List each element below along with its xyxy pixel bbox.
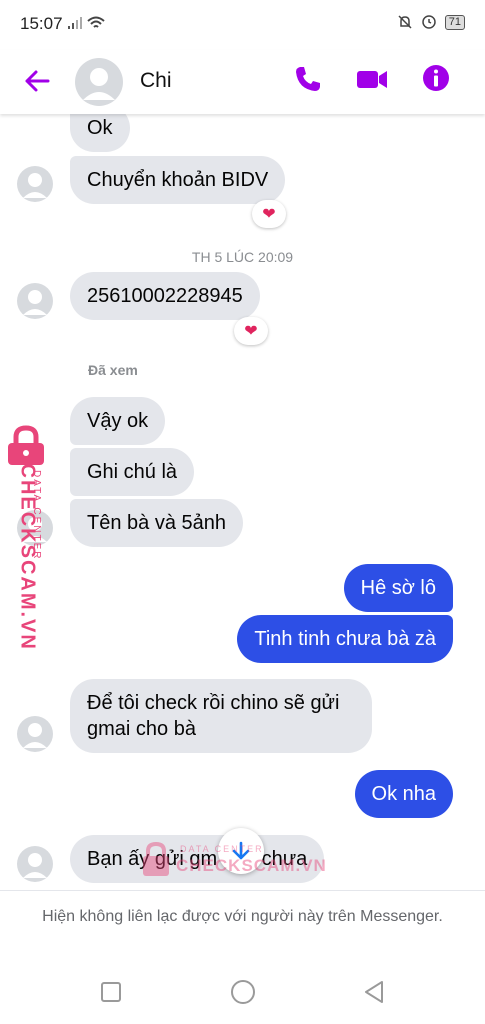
message-incoming[interactable]: Vậy ok [70,397,166,445]
notice-text: Hiện không liên lạc được với người này t… [42,908,443,925]
chat-header: Chi [0,50,485,114]
lock-logo-icon [8,425,44,465]
contact-avatar[interactable] [75,58,123,106]
watermark-tag: DATA CENTER [31,470,42,561]
unavailable-notice: Hiện không liên lạc được với người này t… [0,890,485,963]
watermark-center: DATA CENTER CHECKSCAM.VN [142,842,326,882]
sender-avatar [17,846,53,882]
system-nav-bar [0,962,485,1024]
heart-reaction-icon[interactable]: ❤ [252,200,286,228]
back-triangle-icon[interactable] [362,980,386,1004]
message-incoming[interactable]: Chuyển khoản BIDV [70,156,286,204]
message-incoming[interactable]: Ok [70,114,130,152]
message-list[interactable]: Ok Chuyển khoản BIDV ❤ TH 5 LÚC 20:09 25… [0,114,485,890]
status-bar: 15:07 71 [0,0,485,50]
signal-wifi-icon [68,16,105,29]
contact-name[interactable]: Chi [140,69,172,93]
sender-avatar [17,716,53,752]
battery-level: 71 [444,14,465,30]
message-incoming[interactable]: Ghi chú là [70,448,195,496]
message-outgoing[interactable]: Ok nha [354,770,453,818]
timestamp: TH 5 LÚC 20:09 [191,249,294,265]
message-outgoing[interactable]: Hê sờ lô [343,564,453,612]
watermark-brand: CHECKSCAM.VN [176,856,327,875]
video-camera-icon[interactable] [355,63,389,95]
status-time: 15:07 [20,14,63,33]
message-incoming[interactable]: 25610002228945 [70,272,260,320]
recent-apps-icon[interactable] [100,981,122,1003]
lock-logo-icon [143,842,169,876]
watermark-tag: DATA CENTER [180,844,264,854]
message-outgoing[interactable]: Tinh tinh chưa bà zà [237,615,453,663]
message-incoming[interactable]: Tên bà và 5ảnh [70,499,243,547]
message-incoming[interactable]: Để tôi check rồi chino sẽ gửi gmai cho b… [70,679,372,753]
info-icon[interactable] [421,63,451,93]
mute-bell-icon [398,15,412,29]
home-icon[interactable] [230,979,256,1005]
alarm-icon [422,15,436,29]
sender-avatar [17,283,53,319]
phone-icon[interactable] [292,63,324,95]
sender-avatar [17,166,53,202]
arrow-left-icon[interactable] [22,66,52,96]
watermark-side: CHECKSCAM.VN DATA CENTER [2,425,52,651]
heart-reaction-icon[interactable]: ❤ [234,317,268,345]
seen-label: Đã xem [88,362,138,378]
